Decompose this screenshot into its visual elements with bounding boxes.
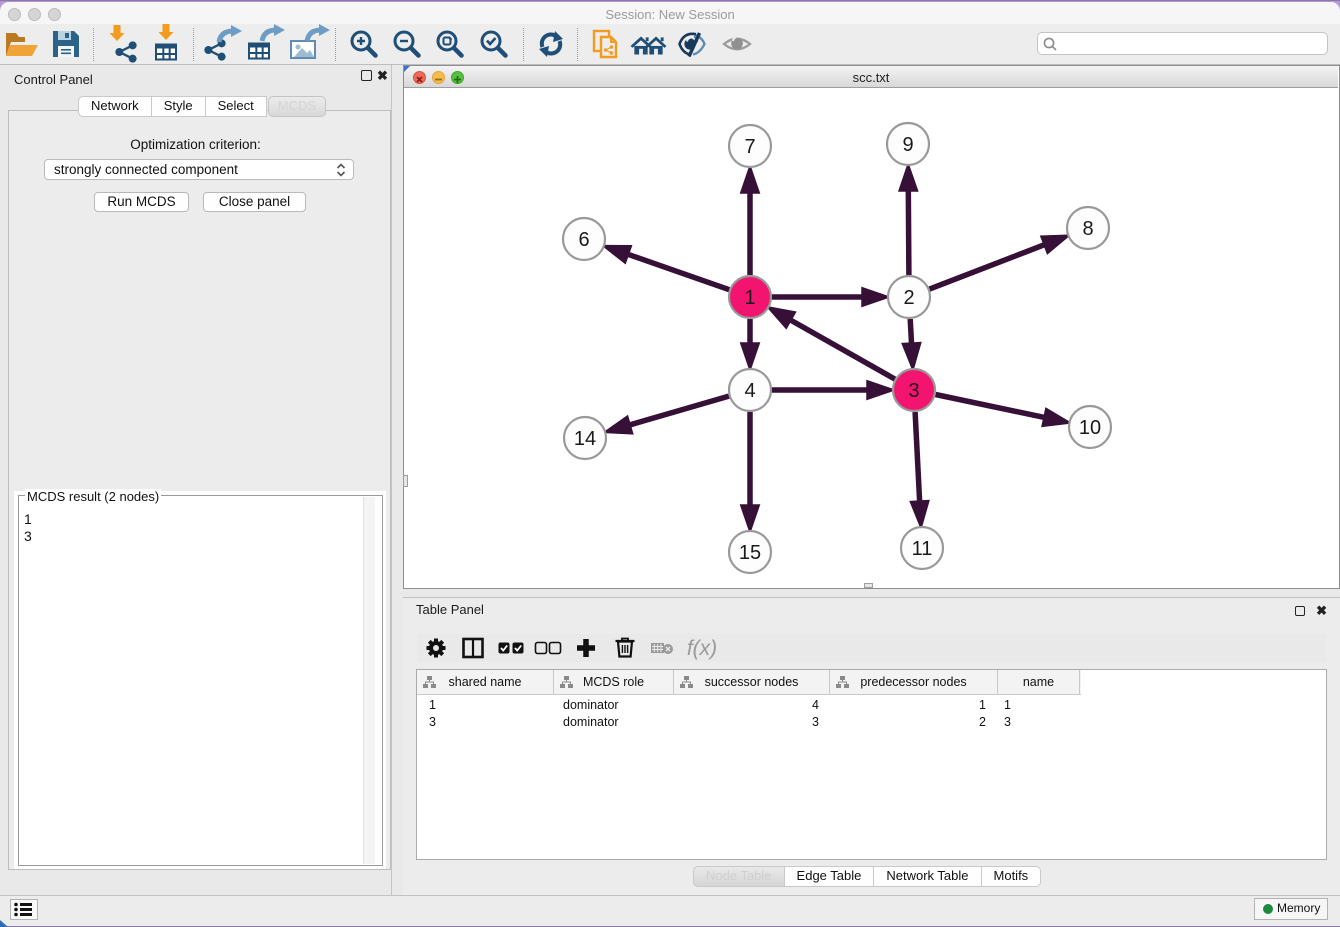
svg-text:10: 10 [1079, 417, 1101, 439]
svg-text:7: 7 [744, 136, 755, 158]
svg-text:f(x): f(x) [687, 637, 717, 660]
svg-text:14: 14 [574, 428, 596, 450]
svg-text:8: 8 [1082, 218, 1093, 240]
svg-text:4: 4 [744, 380, 755, 402]
svg-text:1: 1 [744, 287, 755, 309]
svg-text:2: 2 [903, 287, 914, 309]
svg-text:3: 3 [908, 380, 919, 402]
svg-text:6: 6 [578, 229, 589, 251]
svg-text:15: 15 [739, 542, 761, 564]
svg-text:9: 9 [902, 134, 913, 156]
svg-text:11: 11 [912, 538, 933, 560]
